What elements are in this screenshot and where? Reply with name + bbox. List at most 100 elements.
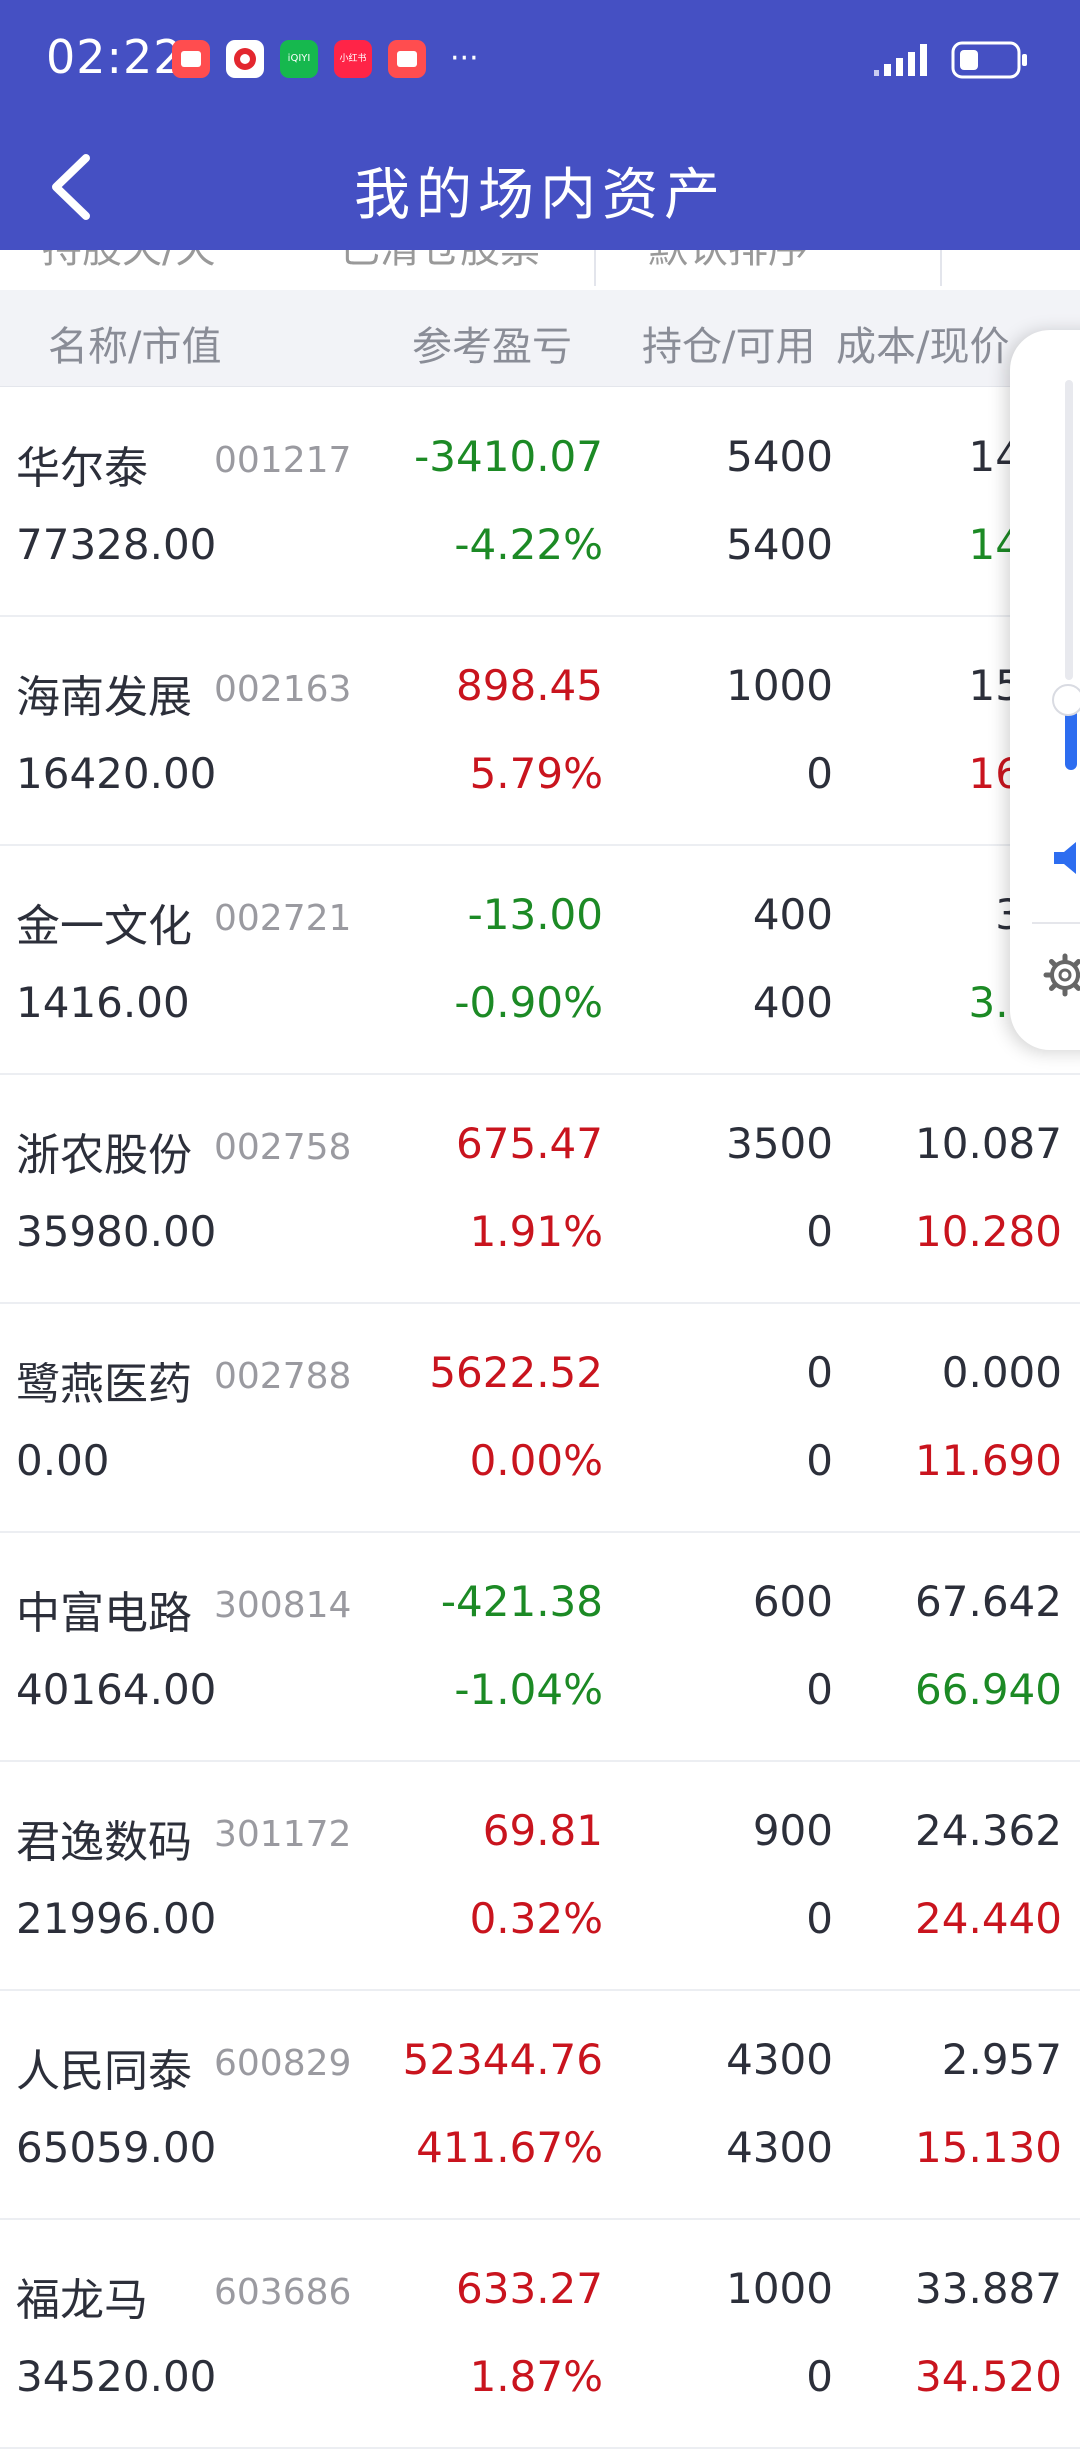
available-quantity: 0	[806, 749, 833, 798]
stock-code: 600829	[214, 2043, 352, 2084]
stock-name: 人民同泰	[16, 2046, 192, 2097]
current-price: 11.690	[915, 1436, 1062, 1485]
current-price: 66.940	[915, 1665, 1062, 1714]
gear-icon[interactable]	[1042, 952, 1080, 998]
tab-default-sort[interactable]: 默认排序	[648, 250, 808, 274]
holding-row[interactable]: 鹭燕医药 002788 0.00 5622.52 0.00% 0 0 0.000 11.690	[0, 1304, 1080, 1533]
column-profit-loss[interactable]: 参考盈亏	[412, 314, 572, 372]
available-quantity: 4300	[726, 2123, 833, 2172]
volume-slider-track[interactable]	[1065, 380, 1073, 680]
speaker-icon[interactable]	[1050, 838, 1080, 878]
position-quantity: 1000	[726, 2264, 833, 2313]
profit-loss-amount: -3410.07	[414, 432, 603, 481]
market-value: 34520.00	[16, 2352, 217, 2401]
column-position[interactable]: 持仓/可用	[642, 314, 815, 372]
available-quantity: 0	[806, 1894, 833, 1943]
holding-row[interactable]: 浙农股份 002758 35980.00 675.47 1.91% 3500 0 10.087…	[0, 1075, 1080, 1304]
more-notifications-icon: ···	[450, 41, 479, 76]
holding-row[interactable]: 君逸数码 301172 21996.00 69.81 0.32% 900 0 24.362 24…	[0, 1762, 1080, 1991]
column-header: 名称/市值 参考盈亏 持仓/可用 成本/现价	[0, 290, 1080, 387]
profit-loss-percent: -1.04%	[454, 1665, 603, 1714]
market-value: 0.00	[16, 1436, 110, 1485]
profit-loss-percent: -4.22%	[454, 520, 603, 569]
volume-slider-knob[interactable]	[1052, 684, 1080, 716]
holding-row[interactable]: 福龙马 603686 34520.00 633.27 1.87% 1000 0 33.887 3…	[0, 2220, 1080, 2449]
signal-icon	[874, 44, 927, 76]
market-value: 77328.00	[16, 520, 217, 569]
current-price: 34.520	[915, 2352, 1062, 2401]
profit-loss-amount: 52344.76	[402, 2035, 603, 2084]
column-cost-price[interactable]: 成本/现价	[836, 314, 1009, 372]
notification-icons: iQIYI 小红书 ···	[172, 40, 479, 78]
holding-row[interactable]: 人民同泰 600829 65059.00 52344.76 411.67% 4300 430…	[0, 1991, 1080, 2220]
holding-row[interactable]: 华尔泰00121777328.00-3410.07-4.22%540054001…	[0, 388, 1080, 617]
app-header: 02:22 iQIYI 小红书 ··· 我的场内资产	[0, 0, 1080, 250]
profit-loss-percent: 411.67%	[416, 2123, 603, 2172]
available-quantity: 0	[806, 1665, 833, 1714]
stock-name: 华尔泰	[16, 443, 148, 494]
position-quantity: 900	[752, 1806, 833, 1855]
stock-code: 002163	[214, 669, 352, 710]
iqiyi-notification-icon: iQIYI	[280, 40, 318, 78]
status-time: 02:22	[46, 30, 184, 84]
tab-cleared-stocks[interactable]: 已清仓股票	[340, 250, 540, 274]
stock-name: 中富电路	[16, 1588, 192, 1639]
stock-name: 浙农股份	[16, 1130, 192, 1181]
profit-loss-amount: 633.27	[456, 2264, 603, 2313]
available-quantity: 5400	[726, 520, 833, 569]
stock-code: 001217	[214, 440, 352, 481]
profit-loss-percent: -0.90%	[454, 978, 603, 1027]
profit-loss-percent: 1.87%	[469, 2352, 603, 2401]
profit-loss-amount: -13.00	[467, 890, 603, 939]
market-value: 21996.00	[16, 1894, 217, 1943]
current-price: 24.440	[915, 1894, 1062, 1943]
stock-name: 海南发展	[16, 672, 192, 723]
stock-code: 603686	[214, 2272, 352, 2313]
available-quantity: 0	[806, 2352, 833, 2401]
stock-code: 002788	[214, 1356, 352, 1397]
stock-code: 301172	[214, 1814, 352, 1855]
volume-panel	[1010, 330, 1080, 1050]
cost-price: 0.000	[941, 1348, 1062, 1397]
profit-loss-percent: 0.32%	[469, 1894, 603, 1943]
holding-row[interactable]: 金一文化0027211416.00-13.00-0.90%4004003.53.…	[0, 846, 1080, 1075]
current-price: 15.130	[915, 2123, 1062, 2172]
holding-row[interactable]: 中富电路 300814 40164.00 -421.38 -1.04% 600 0 67.64…	[0, 1533, 1080, 1762]
tab-divider	[940, 250, 942, 286]
tab-hold-days[interactable]: 持股天/天	[42, 250, 215, 274]
available-quantity: 0	[806, 1436, 833, 1485]
xiaohongshu-notification-icon: 小红书	[334, 40, 372, 78]
position-quantity: 3500	[726, 1119, 833, 1168]
cost-price: 33.887	[915, 2264, 1062, 2313]
column-name-value[interactable]: 名称/市值	[48, 314, 221, 372]
position-quantity: 1000	[726, 661, 833, 710]
available-quantity: 400	[752, 978, 833, 1027]
page-title: 我的场内资产	[354, 163, 726, 228]
profit-loss-percent: 1.91%	[469, 1207, 603, 1256]
holding-row[interactable]: 海南发展00216316420.00898.455.79%1000015.516…	[0, 617, 1080, 846]
position-quantity: 5400	[726, 432, 833, 481]
red-app-notification-icon-2	[388, 40, 426, 78]
profit-loss-amount: 898.45	[456, 661, 603, 710]
stock-name: 福龙马	[16, 2275, 148, 2326]
red-swirl-app-notification-icon	[226, 40, 264, 78]
profit-loss-amount: 675.47	[456, 1119, 603, 1168]
position-quantity: 400	[752, 890, 833, 939]
stock-code: 002721	[214, 898, 352, 939]
profit-loss-amount: 69.81	[482, 1806, 603, 1855]
tab-strip: 持股天/天 已清仓股票 默认排序	[0, 250, 1080, 291]
red-app-notification-icon	[172, 40, 210, 78]
market-value: 35980.00	[16, 1207, 217, 1256]
market-value: 16420.00	[16, 749, 217, 798]
market-value: 1416.00	[16, 978, 190, 1027]
profit-loss-amount: -421.38	[440, 1577, 603, 1626]
cost-price: 24.362	[915, 1806, 1062, 1855]
position-quantity: 4300	[726, 2035, 833, 2084]
stock-name: 君逸数码	[16, 1817, 192, 1868]
profit-loss-percent: 5.79%	[469, 749, 603, 798]
battery-icon	[951, 41, 1027, 79]
stock-name: 鹭燕医药	[16, 1359, 192, 1410]
profit-loss-amount: 5622.52	[429, 1348, 603, 1397]
profit-loss-percent: 0.00%	[469, 1436, 603, 1485]
position-quantity: 600	[752, 1577, 833, 1626]
